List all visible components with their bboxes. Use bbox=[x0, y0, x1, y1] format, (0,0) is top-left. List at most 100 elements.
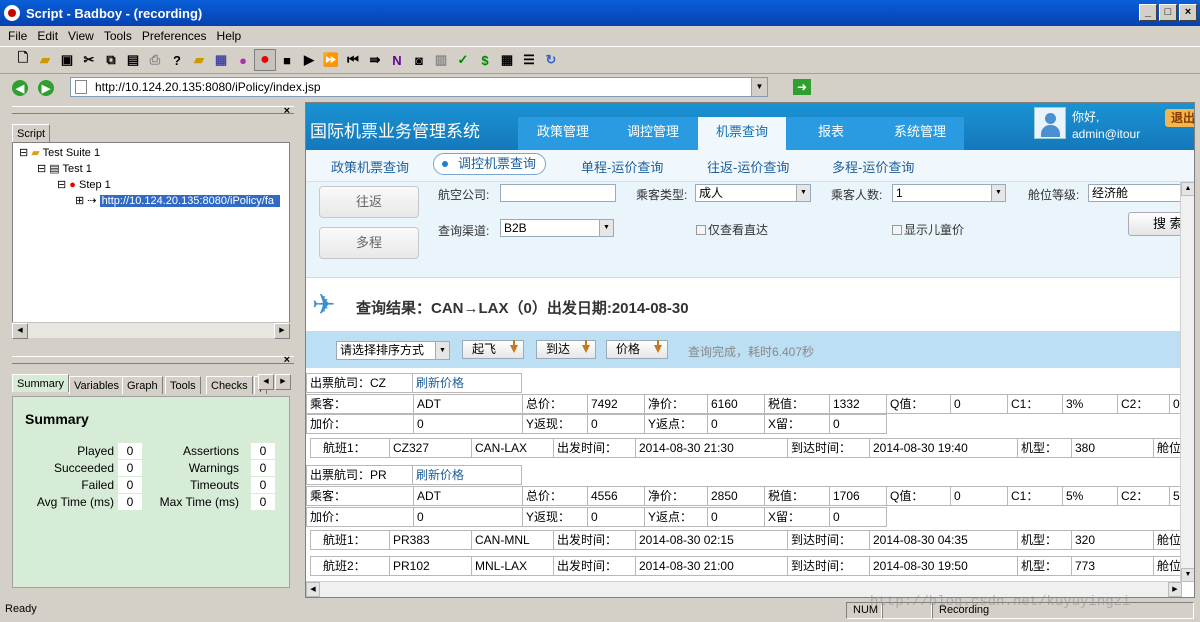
sort-depart-button[interactable]: 起飞 bbox=[462, 340, 524, 359]
multi-trip-button[interactable]: 多程 bbox=[319, 227, 419, 259]
back-icon[interactable]: ◀ bbox=[12, 80, 28, 96]
tab-script[interactable]: Script bbox=[12, 124, 51, 142]
show-child-checkbox[interactable]: 显示儿童价 bbox=[892, 221, 964, 238]
refresh-price-link[interactable]: 刷新价格 bbox=[413, 465, 522, 485]
menu-help[interactable]: Help bbox=[217, 29, 242, 43]
panel-grip[interactable] bbox=[12, 106, 294, 114]
play-icon[interactable]: ▶ bbox=[298, 49, 320, 71]
save-icon[interactable]: ▣ bbox=[56, 49, 78, 71]
expand-icon[interactable]: ⊞ bbox=[75, 195, 84, 207]
scroll-left-icon[interactable]: ◀ bbox=[306, 582, 320, 597]
cabin-select[interactable]: 经济舱 bbox=[1088, 184, 1188, 202]
copy-icon[interactable]: ⧉ bbox=[100, 49, 122, 71]
expand-icon[interactable]: ⊟ bbox=[37, 163, 46, 175]
tabs-scroll-right-icon[interactable]: ▶ bbox=[275, 374, 291, 390]
tree-node-test[interactable]: ⊟ ▤ Test 1 bbox=[37, 162, 92, 175]
variable-icon[interactable]: $ bbox=[474, 49, 496, 71]
menu-file[interactable]: File bbox=[8, 29, 27, 43]
expand-icon[interactable]: ⊟ bbox=[57, 179, 66, 191]
add-step-icon[interactable]: ▦ bbox=[210, 49, 232, 71]
menu-edit[interactable]: Edit bbox=[37, 29, 58, 43]
close-script-panel-icon[interactable]: × bbox=[284, 105, 290, 117]
print-icon[interactable]: ⎙ bbox=[144, 49, 166, 71]
dropdown-arrow-icon[interactable]: ▼ bbox=[991, 185, 1005, 201]
sort-select[interactable]: 请选择排序方式 ▼ bbox=[336, 341, 450, 360]
table-icon[interactable]: ▦ bbox=[496, 49, 518, 71]
close-button[interactable]: × bbox=[1179, 4, 1197, 21]
tab-ticket-query[interactable]: 机票查询 bbox=[698, 117, 786, 150]
navigation-icon[interactable]: N bbox=[386, 49, 408, 71]
forward-icon[interactable]: ▶ bbox=[38, 80, 54, 96]
new-icon[interactable]: 🗋 bbox=[12, 49, 34, 71]
subnav-oneway-fare[interactable]: 单程-运价查询 bbox=[581, 157, 663, 176]
minimize-button[interactable]: _ bbox=[1139, 4, 1157, 21]
screenshot-icon[interactable]: ◙ bbox=[408, 49, 430, 71]
refresh-price-link[interactable]: 刷新价格 bbox=[413, 373, 522, 393]
tree-node-test-suite[interactable]: ⊟ ▰ Test Suite 1 bbox=[19, 146, 100, 159]
tree-node-request[interactable]: ⊞ ⇢ http://10.124.20.135:8080/iPolicy/fa bbox=[75, 194, 280, 207]
add-folder-icon[interactable]: ▰ bbox=[188, 49, 210, 71]
tree-icon[interactable]: ☰ bbox=[518, 49, 540, 71]
sort-price-button[interactable]: 价格 bbox=[606, 340, 668, 359]
check-icon[interactable]: ✓ bbox=[452, 49, 474, 71]
play-all-icon[interactable]: ⏩ bbox=[320, 49, 342, 71]
menu-view[interactable]: View bbox=[68, 29, 94, 43]
scroll-left-icon[interactable]: ◀ bbox=[12, 323, 28, 339]
menu-preferences[interactable]: Preferences bbox=[142, 29, 207, 43]
tree-node-step[interactable]: ⊟ ● Step 1 bbox=[57, 178, 111, 191]
expand-icon[interactable]: ⊟ bbox=[19, 147, 28, 159]
help-icon[interactable]: ? bbox=[166, 49, 188, 71]
step-icon[interactable]: ⇛ bbox=[364, 49, 386, 71]
url-input[interactable]: http://10.124.20.135:8080/iPolicy/index.… bbox=[70, 77, 768, 97]
tab-graph[interactable]: Graph bbox=[122, 376, 163, 394]
scroll-right-icon[interactable]: ▶ bbox=[1168, 582, 1182, 597]
refresh-icon[interactable]: ↻ bbox=[540, 49, 562, 71]
tab-summary[interactable]: Summary bbox=[12, 374, 70, 392]
tab-policy-management[interactable]: 政策管理 bbox=[518, 117, 608, 150]
rewind-icon[interactable]: ⏮ bbox=[342, 49, 364, 71]
direct-only-checkbox[interactable]: 仅查看直达 bbox=[696, 221, 768, 238]
paste-icon[interactable]: ▤ bbox=[122, 49, 144, 71]
add-item-icon[interactable]: ● bbox=[232, 49, 254, 71]
checkbox-box[interactable] bbox=[696, 225, 706, 235]
tab-control-management[interactable]: 调控管理 bbox=[608, 117, 698, 150]
script-tree[interactable]: ⊟ ▰ Test Suite 1 ⊟ ▤ Test 1 ⊟ ● Step 1 ⊞… bbox=[12, 142, 290, 338]
channel-select[interactable]: B2B ▼ bbox=[500, 219, 614, 237]
menu-tools[interactable]: Tools bbox=[104, 29, 132, 43]
tab-variables[interactable]: Variables bbox=[69, 376, 125, 394]
tab-reports[interactable]: 报表 bbox=[786, 117, 876, 150]
tab-tools[interactable]: Tools bbox=[165, 376, 201, 394]
open-icon[interactable]: ▰ bbox=[34, 49, 56, 71]
scroll-up-icon[interactable]: ▲ bbox=[1181, 182, 1194, 196]
stop-icon[interactable]: ■ bbox=[276, 49, 298, 71]
form-icon[interactable]: ▥ bbox=[430, 49, 452, 71]
pax-type-select[interactable]: 成人 ▼ bbox=[695, 184, 811, 202]
dropdown-arrow-icon[interactable]: ▼ bbox=[435, 342, 449, 359]
tab-checks[interactable]: Checks bbox=[206, 376, 253, 394]
tabs-scroll-left-icon[interactable]: ◀ bbox=[258, 374, 274, 390]
content-vscrollbar[interactable]: ▲ ▼ bbox=[1180, 182, 1194, 582]
dropdown-arrow-icon[interactable]: ▼ bbox=[796, 185, 810, 201]
subnav-multi-fare[interactable]: 多程-运价查询 bbox=[832, 157, 914, 176]
close-summary-panel-icon[interactable]: × bbox=[284, 354, 290, 366]
tree-hscrollbar[interactable]: ◀ ▶ bbox=[12, 322, 290, 339]
go-arrow-icon[interactable]: ➜ bbox=[793, 79, 811, 95]
scroll-down-icon[interactable]: ▼ bbox=[1181, 568, 1194, 582]
tab-system-management[interactable]: 系统管理 bbox=[876, 117, 964, 150]
pax-count-select[interactable]: 1 ▼ bbox=[892, 184, 1006, 202]
scroll-right-icon[interactable]: ▶ bbox=[274, 323, 290, 339]
maximize-button[interactable]: □ bbox=[1159, 4, 1177, 21]
subnav-control-query[interactable]: 调控机票查询 bbox=[433, 153, 546, 175]
roundtrip-button[interactable]: 往返 bbox=[319, 186, 419, 218]
url-dropdown-icon[interactable]: ▼ bbox=[751, 78, 767, 96]
cut-icon[interactable]: ✂ bbox=[78, 49, 100, 71]
airline-input[interactable] bbox=[500, 184, 616, 202]
checkbox-box[interactable] bbox=[892, 225, 902, 235]
subnav-policy-query[interactable]: 政策机票查询 bbox=[331, 157, 409, 176]
panel-grip[interactable] bbox=[12, 356, 294, 364]
dropdown-arrow-icon[interactable]: ▼ bbox=[599, 220, 613, 236]
subnav-roundtrip-fare[interactable]: 往返-运价查询 bbox=[707, 157, 789, 176]
record-icon[interactable]: ● bbox=[254, 49, 276, 71]
sort-arrive-button[interactable]: 到达 bbox=[536, 340, 596, 359]
logout-button[interactable]: 退出 bbox=[1165, 109, 1194, 127]
